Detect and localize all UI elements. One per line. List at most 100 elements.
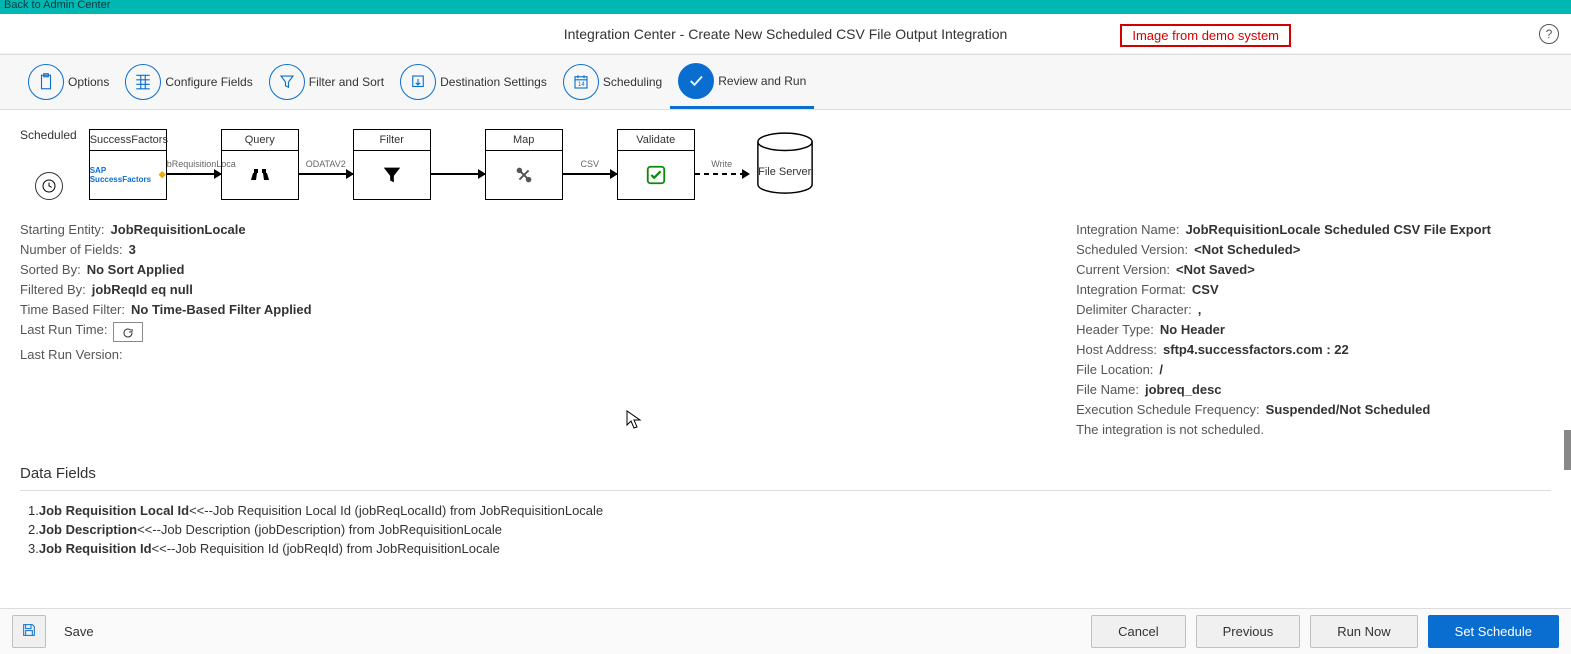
wizard-step-scheduling[interactable]: 14 Scheduling [555, 55, 670, 109]
node-header: Query [222, 130, 298, 151]
value: No Header [1160, 322, 1225, 337]
label: Time Based Filter: [20, 302, 125, 317]
label: File Location: [1076, 362, 1153, 377]
arrow-dashed: Write [695, 173, 749, 175]
content-area: Scheduled SuccessFactors SAP SuccessFact… [0, 110, 1571, 654]
value: jobReqId eq null [92, 282, 193, 297]
label: Starting Entity: [20, 222, 105, 237]
wizard-step-options[interactable]: Options [20, 55, 117, 109]
review-run-icon [678, 63, 714, 99]
refresh-button[interactable] [113, 322, 143, 342]
node-header: Validate [618, 130, 694, 151]
run-now-button[interactable]: Run Now [1310, 615, 1417, 648]
funnel-icon [354, 151, 430, 199]
node-header: Filter [354, 130, 430, 151]
options-icon [28, 64, 64, 100]
scrollbar-thumb[interactable] [1564, 430, 1571, 470]
value: , [1198, 302, 1202, 317]
arrow-label: Write [695, 159, 749, 169]
node-map: Map [485, 129, 563, 200]
label: Filtered By: [20, 282, 86, 297]
value: sftp4.successfactors.com : 22 [1163, 342, 1349, 357]
filter-icon [269, 64, 305, 100]
label: Scheduled Version: [1076, 242, 1188, 257]
label: Execution Schedule Frequency: [1076, 402, 1260, 417]
destination-icon [400, 64, 436, 100]
map-icon [486, 151, 562, 199]
set-schedule-button[interactable]: Set Schedule [1428, 615, 1559, 648]
data-fields-header: Data Fields [20, 465, 1551, 482]
label: Host Address: [1076, 342, 1157, 357]
wizard-step-label: Scheduling [603, 75, 662, 89]
scheduled-label: Scheduled [20, 128, 77, 142]
node-successfactors: SuccessFactors SAP SuccessFactors◆ [89, 129, 167, 200]
label: Sorted By: [20, 262, 81, 277]
value: / [1159, 362, 1163, 377]
cancel-button[interactable]: Cancel [1091, 615, 1185, 648]
label: Last Run Version: [20, 347, 123, 362]
label: Last Run Time: [20, 322, 107, 342]
scheduling-icon: 14 [563, 64, 599, 100]
right-details: Integration Name: JobRequisitionLocale Sc… [1076, 222, 1551, 437]
not-scheduled-msg: The integration is not scheduled. [1076, 422, 1264, 437]
page-title: Integration Center - Create New Schedule… [564, 26, 1008, 42]
clock-icon [35, 172, 63, 200]
wizard-step-filter-sort[interactable]: Filter and Sort [261, 55, 392, 109]
wizard-step-label: Configure Fields [165, 75, 252, 89]
footer-bar: Save Cancel Previous Run Now Set Schedul… [0, 608, 1571, 654]
arrow-label: bRequisitionLoca [167, 159, 221, 169]
configure-fields-icon [125, 64, 161, 100]
value: <Not Saved> [1176, 262, 1255, 277]
left-details: Starting Entity: JobRequisitionLocale Num… [20, 222, 312, 437]
binoculars-icon [222, 151, 298, 199]
value: No Time-Based Filter Applied [131, 302, 312, 317]
wizard-step-label: Destination Settings [440, 75, 547, 89]
help-icon[interactable]: ? [1539, 24, 1559, 44]
node-fileserver: File Server [753, 132, 817, 202]
data-fields-list: 1.Job Requisition Local Id<<--Job Requis… [20, 503, 1551, 556]
value: CSV [1192, 282, 1219, 297]
arrow: CSV [563, 173, 617, 175]
arrow-label: ODATAV2 [299, 159, 353, 169]
label: Number of Fields: [20, 242, 123, 257]
label: Integration Name: [1076, 222, 1179, 237]
label: Header Type: [1076, 322, 1154, 337]
wizard-step-review-run[interactable]: Review and Run [670, 55, 814, 109]
fileserver-label: File Server [753, 166, 817, 178]
divider [20, 490, 1551, 491]
sap-logo-text: SAP SuccessFactors [90, 166, 159, 184]
save-button[interactable]: Save [48, 616, 110, 647]
data-field-row: 1.Job Requisition Local Id<<--Job Requis… [28, 503, 1551, 518]
label: File Name: [1076, 382, 1139, 397]
previous-button[interactable]: Previous [1196, 615, 1301, 648]
wizard-step-label: Options [68, 75, 109, 89]
value: JobRequisitionLocale Scheduled CSV File … [1185, 222, 1491, 237]
node-validate: Validate [617, 129, 695, 200]
top-bar: Back to Admin Center [0, 0, 1571, 14]
node-filter: Filter [353, 129, 431, 200]
details-grid: Starting Entity: JobRequisitionLocale Num… [20, 222, 1551, 437]
value: 3 [129, 242, 136, 257]
label: Current Version: [1076, 262, 1170, 277]
arrow: ODATAV2 [299, 173, 353, 175]
value: No Sort Applied [87, 262, 185, 277]
data-field-row: 3.Job Requisition Id<<--Job Requisition … [28, 541, 1551, 556]
wizard-step-configure-fields[interactable]: Configure Fields [117, 55, 260, 109]
wizard-step-destination[interactable]: Destination Settings [392, 55, 555, 109]
value: Suspended/Not Scheduled [1266, 402, 1431, 417]
value: jobreq_desc [1145, 382, 1222, 397]
wizard-step-label: Filter and Sort [309, 75, 384, 89]
demo-banner: Image from demo system [1120, 24, 1291, 47]
wizard-bar: Options Configure Fields Filter and Sort… [0, 54, 1571, 110]
value: <Not Scheduled> [1194, 242, 1300, 257]
node-header: Map [486, 130, 562, 151]
arrow [431, 173, 485, 175]
node-header: SuccessFactors [90, 130, 166, 151]
svg-text:14: 14 [578, 82, 585, 88]
data-field-row: 2.Job Description<<--Job Description (jo… [28, 522, 1551, 537]
wizard-step-label: Review and Run [718, 74, 806, 88]
save-icon-button[interactable] [12, 615, 46, 648]
value: JobRequisitionLocale [111, 222, 246, 237]
back-to-admin-link[interactable]: Back to Admin Center [4, 0, 110, 11]
label: Delimiter Character: [1076, 302, 1192, 317]
